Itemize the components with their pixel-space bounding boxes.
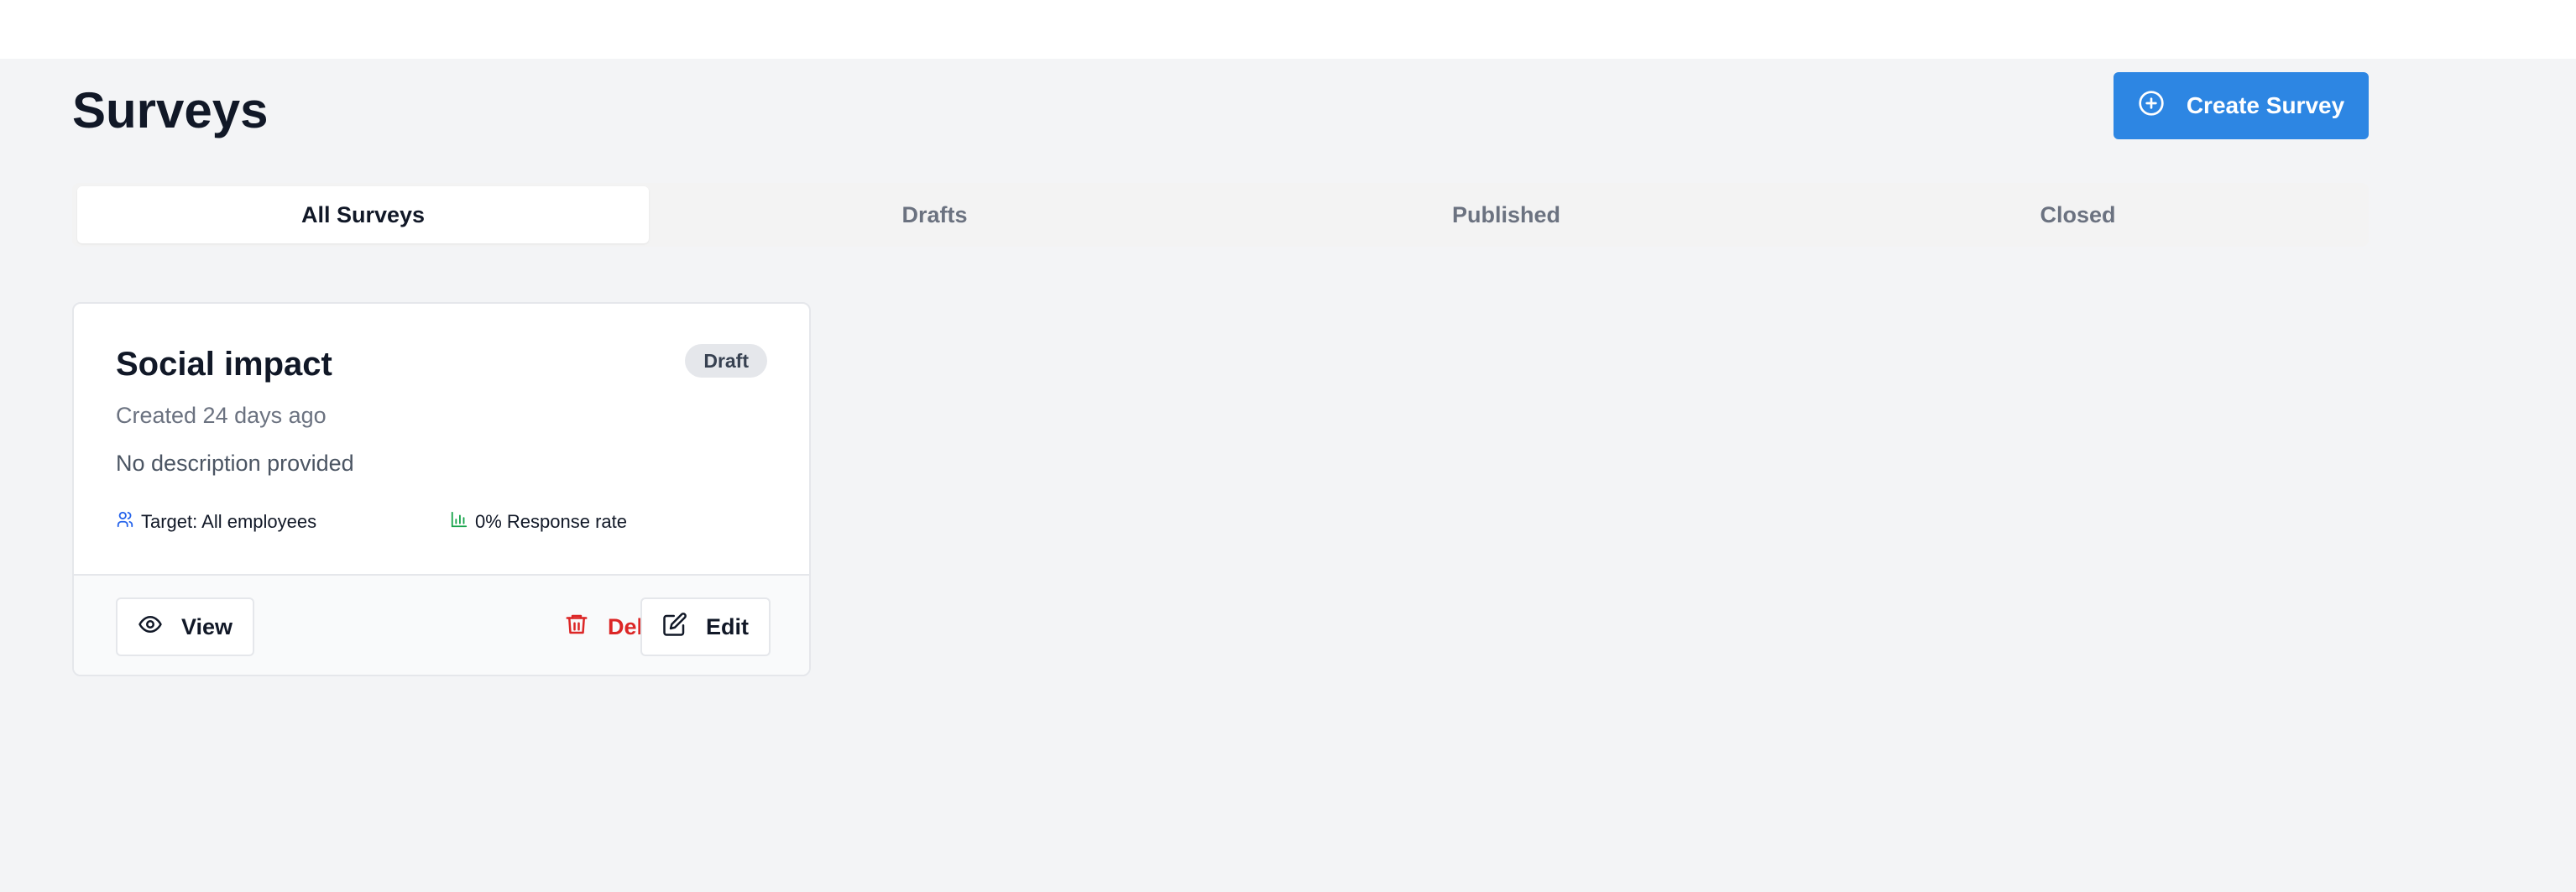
tab-drafts[interactable]: Drafts — [649, 186, 1220, 243]
survey-response-rate-label: 0% Response rate — [475, 511, 627, 532]
tab-published[interactable]: Published — [1220, 186, 1792, 243]
card-footer: View Delete Edit — [74, 574, 809, 675]
survey-tabs: All Surveys Drafts Published Closed — [72, 183, 2369, 247]
trash-icon — [564, 612, 589, 643]
edit-button[interactable]: Edit — [640, 597, 771, 656]
survey-created-date: Created 24 days ago — [116, 403, 327, 428]
edit-label: Edit — [706, 613, 749, 639]
users-icon — [116, 510, 134, 534]
survey-description: No description provided — [116, 451, 354, 476]
eye-icon — [138, 612, 163, 643]
view-button[interactable]: View — [116, 597, 255, 656]
bar-chart-icon — [450, 510, 468, 534]
page-title: Surveys — [72, 82, 269, 138]
plus-circle-icon — [2138, 90, 2165, 123]
survey-title: Social impact — [116, 346, 332, 383]
tab-closed[interactable]: Closed — [1792, 186, 2364, 243]
create-survey-button[interactable]: Create Survey — [2114, 72, 2369, 139]
survey-response-rate: 0% Response rate — [450, 510, 627, 534]
survey-target: Target: All employees — [116, 510, 316, 534]
create-survey-label: Create Survey — [2186, 92, 2345, 118]
view-label: View — [181, 613, 233, 639]
status-badge: Draft — [685, 344, 767, 378]
survey-target-label: Target: All employees — [141, 511, 317, 532]
edit-icon — [662, 612, 687, 643]
tab-all-surveys[interactable]: All Surveys — [77, 186, 649, 243]
top-bar — [0, 0, 2576, 59]
survey-card: Social impact Draft Created 24 days ago … — [72, 302, 811, 676]
